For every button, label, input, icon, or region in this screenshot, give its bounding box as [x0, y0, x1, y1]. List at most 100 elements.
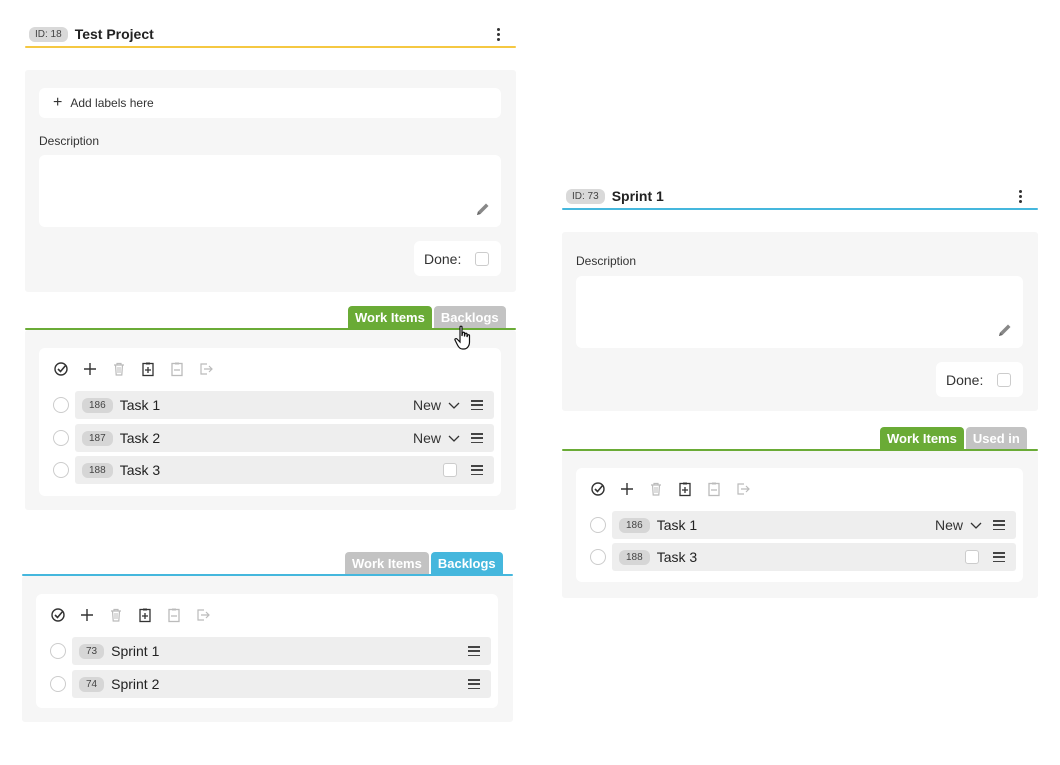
drag-handle-icon[interactable]: [468, 646, 480, 656]
tab-backlogs[interactable]: Backlogs: [430, 552, 503, 574]
row-select-radio[interactable]: [53, 397, 69, 413]
sprint-accent-line: [562, 208, 1038, 210]
done-label: Done:: [424, 250, 462, 267]
tab-work-items[interactable]: Work Items: [880, 427, 964, 449]
done-label: Done:: [946, 371, 984, 388]
pencil-icon[interactable]: [475, 201, 491, 217]
item-title: Task 3: [119, 462, 161, 478]
select-all-icon[interactable]: [46, 359, 75, 379]
list-item[interactable]: 187 Task 2 New: [53, 424, 494, 452]
status-dropdown[interactable]: New: [413, 430, 461, 446]
done-toggle[interactable]: Done:: [936, 362, 1023, 397]
clipboard-remove-icon[interactable]: [699, 479, 728, 499]
tab-used-in[interactable]: Used in: [965, 427, 1027, 449]
row-select-radio[interactable]: [50, 676, 66, 692]
drag-handle-icon[interactable]: [993, 520, 1005, 530]
hand-cursor-icon: [454, 325, 471, 350]
item-done-checkbox[interactable]: [443, 463, 457, 477]
clipboard-remove-icon[interactable]: [162, 359, 191, 379]
trash-icon[interactable]: [641, 479, 670, 499]
plus-icon: +: [53, 94, 63, 111]
project-accent-line: [25, 46, 516, 48]
tab-work-items[interactable]: Work Items: [345, 552, 429, 574]
sprint-title: Sprint 1: [611, 188, 664, 204]
trash-icon[interactable]: [101, 605, 130, 625]
drag-handle-icon[interactable]: [468, 679, 480, 689]
list-item[interactable]: 73 Sprint 1: [50, 637, 491, 665]
project-work-items-list: 186 Task 1 New 187 Task 2 New 188 Task 3: [39, 348, 501, 496]
sprint-work-items-list: 186 Task 1 New 188 Task 3: [576, 468, 1023, 582]
project-title: Test Project: [74, 26, 154, 42]
add-icon[interactable]: [612, 479, 641, 499]
add-icon[interactable]: [72, 605, 101, 625]
done-checkbox[interactable]: [475, 251, 490, 266]
row-select-radio[interactable]: [590, 517, 606, 533]
tab-work-items[interactable]: Work Items: [348, 306, 432, 328]
item-title: Task 1: [119, 397, 161, 413]
row-select-radio[interactable]: [50, 643, 66, 659]
add-icon[interactable]: [75, 359, 104, 379]
description-field[interactable]: [39, 155, 501, 227]
status-dropdown[interactable]: New: [935, 517, 983, 533]
list-item[interactable]: 188 Task 3: [53, 456, 494, 484]
clipboard-remove-icon[interactable]: [159, 605, 188, 625]
description-label: Description: [39, 134, 100, 148]
add-labels-button[interactable]: + Add labels here: [39, 88, 501, 118]
done-toggle[interactable]: Done:: [414, 241, 501, 276]
sprint-id-badge: ID: 73: [566, 188, 605, 204]
row-select-radio[interactable]: [53, 462, 69, 478]
select-all-icon[interactable]: [583, 479, 612, 499]
item-title: Sprint 2: [111, 676, 160, 692]
project-menu-icon[interactable]: [490, 24, 506, 44]
project-details-panel: + Add labels here Description Done:: [25, 70, 516, 292]
list-item[interactable]: 186 Task 1 New: [53, 391, 494, 419]
backlogs-toolbar: [43, 605, 217, 625]
drag-handle-icon[interactable]: [471, 433, 483, 443]
item-id-badge: 188: [619, 549, 650, 565]
chevron-down-icon: [448, 402, 460, 409]
chevron-down-icon: [970, 522, 982, 529]
item-title: Sprint 1: [111, 643, 160, 659]
row-select-radio[interactable]: [590, 549, 606, 565]
trash-icon[interactable]: [104, 359, 133, 379]
move-out-icon[interactable]: [191, 359, 220, 379]
item-id-badge: 73: [79, 643, 105, 659]
project-id-badge: ID: 18: [29, 26, 68, 42]
project-work-items-toolbar: [46, 359, 220, 379]
drag-handle-icon[interactable]: [993, 552, 1005, 562]
sprint-menu-icon[interactable]: [1012, 186, 1028, 206]
list-item[interactable]: 186 Task 1 New: [590, 511, 1016, 539]
pencil-icon[interactable]: [997, 322, 1013, 338]
sprint-tabs: Work Items Used in: [880, 427, 1027, 449]
backlogs-tabs: Work Items Backlogs: [345, 552, 503, 574]
item-title: Task 2: [119, 430, 161, 446]
item-id-badge: 187: [82, 430, 113, 446]
move-out-icon[interactable]: [188, 605, 217, 625]
add-labels-label: Add labels here: [70, 96, 154, 110]
select-all-icon[interactable]: [43, 605, 72, 625]
backlogs-list: 73 Sprint 1 74 Sprint 2: [36, 594, 498, 708]
description-label: Description: [576, 254, 637, 268]
item-id-badge: 188: [82, 462, 113, 478]
item-id-badge: 74: [79, 676, 105, 692]
list-item[interactable]: 188 Task 3: [590, 543, 1016, 571]
drag-handle-icon[interactable]: [471, 465, 483, 475]
item-id-badge: 186: [619, 517, 650, 533]
project-work-items-panel: 186 Task 1 New 187 Task 2 New 188 Task 3: [25, 330, 516, 510]
status-dropdown[interactable]: New: [413, 397, 461, 413]
move-out-icon[interactable]: [728, 479, 757, 499]
sprint-work-items-toolbar: [583, 479, 757, 499]
chevron-down-icon: [448, 435, 460, 442]
item-title: Task 3: [656, 549, 698, 565]
item-id-badge: 186: [82, 397, 113, 413]
sprint-details-panel: Description Done:: [562, 232, 1038, 411]
done-checkbox[interactable]: [997, 372, 1012, 387]
clipboard-add-icon[interactable]: [670, 479, 699, 499]
item-done-checkbox[interactable]: [965, 550, 979, 564]
drag-handle-icon[interactable]: [471, 400, 483, 410]
row-select-radio[interactable]: [53, 430, 69, 446]
list-item[interactable]: 74 Sprint 2: [50, 670, 491, 698]
clipboard-add-icon[interactable]: [130, 605, 159, 625]
description-field[interactable]: [576, 276, 1023, 348]
clipboard-add-icon[interactable]: [133, 359, 162, 379]
